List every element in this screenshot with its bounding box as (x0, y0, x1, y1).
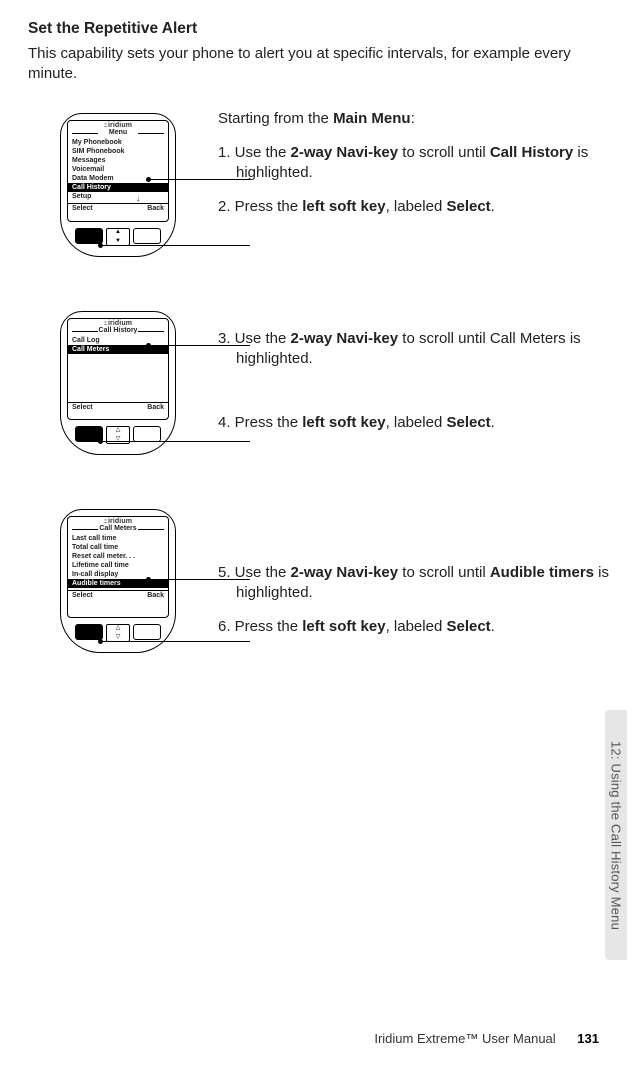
step-3: 3. Use the 2-way Navi-key to scroll unti… (218, 329, 611, 370)
phone-keypad: △▽ (67, 624, 169, 642)
leader-line (150, 179, 250, 180)
menu-item: Lifetime call time (72, 561, 164, 570)
phone-brand: :: iridium (68, 121, 168, 129)
navi-down-icon: ▼ (115, 239, 121, 244)
navi-key[interactable]: ▲▼ (106, 228, 130, 246)
leader-line (102, 245, 250, 246)
phone-keypad: ▲▼ (67, 228, 169, 246)
softkey-row: Select Back (68, 590, 168, 601)
menu-item: Reset call meter. . . (72, 552, 164, 561)
step-6: 6. Press the left soft key, labeled Sele… (218, 617, 611, 637)
navi-up-icon: △ (116, 626, 121, 631)
footer-page-number: 131 (577, 1031, 599, 1046)
navi-down-icon: ▽ (116, 635, 121, 640)
leader-line (150, 345, 250, 346)
manual-page: Set the Repetitive Alert This capability… (0, 0, 639, 1070)
softkey-right-label: Back (147, 592, 164, 599)
right-softkey-button[interactable] (133, 624, 161, 640)
right-softkey-button[interactable] (133, 426, 161, 442)
navi-up-icon: ▲ (115, 230, 121, 235)
navi-key[interactable]: △▽ (106, 624, 130, 642)
footer-product: Iridium Extreme™ User Manual (374, 1031, 555, 1046)
phone-illustration-3: :: iridium Call Meters Last call timeTot… (28, 505, 208, 653)
phone-illustration-1: :: iridium Menu My PhonebookSIM Phoneboo… (28, 109, 208, 257)
chapter-side-tab: 12: Using the Call History Menu (605, 710, 627, 960)
menu-item: Call History (68, 183, 168, 192)
softkey-right-label: Back (147, 205, 164, 212)
softkey-right-label: Back (147, 404, 164, 411)
section-title: Set the Repetitive Alert (28, 20, 611, 38)
softkey-row: Select Back (68, 402, 168, 413)
intro-text: This capability sets your phone to alert… (28, 44, 588, 85)
instruction-block-1: :: iridium Menu My PhonebookSIM Phoneboo… (28, 109, 611, 257)
menu-item: Audible timers (68, 579, 168, 588)
softkey-left-label: Select (72, 205, 93, 212)
phone-illustration-2: :: iridium Call History Call LogCall Met… (28, 307, 208, 455)
menu-item: SIM Phonebook (72, 147, 164, 156)
scroll-down-arrow-icon: ↓ (136, 195, 140, 203)
softkey-left-label: Select (72, 592, 93, 599)
screen-menu-title: Call History (72, 327, 164, 335)
left-softkey-button[interactable] (75, 624, 103, 640)
phone-brand: :: iridium (68, 319, 168, 327)
menu-item: Total call time (72, 543, 164, 552)
menu-item: Messages (72, 156, 164, 165)
menu-item: Last call time (72, 534, 164, 543)
leader-line (102, 441, 250, 442)
softkey-left-label: Select (72, 404, 93, 411)
right-softkey-button[interactable] (133, 228, 161, 244)
menu-item: My Phonebook (72, 138, 164, 147)
phone-brand: :: iridium (68, 517, 168, 525)
step-4: 4. Press the left soft key, labeled Sele… (218, 413, 611, 433)
chapter-side-tab-label: 12: Using the Call History Menu (609, 741, 624, 930)
menu-item: Call Meters (68, 345, 168, 354)
page-footer: Iridium Extreme™ User Manual 131 (374, 1031, 599, 1046)
menu-item: Setup (72, 192, 164, 201)
step-2: 2. Press the left soft key, labeled Sele… (218, 197, 611, 217)
leader-line (102, 641, 250, 642)
screen-menu-title: Menu (72, 129, 164, 137)
softkey-row: Select ↓ Back (68, 203, 168, 214)
screen-menu-title: Call Meters (72, 525, 164, 533)
leader-line (150, 579, 250, 580)
navi-up-icon: △ (116, 428, 121, 433)
step-1: 1. Use the 2-way Navi-key to scroll unti… (218, 143, 611, 184)
left-softkey-button[interactable] (75, 228, 103, 244)
menu-item: Voicemail (72, 165, 164, 174)
instruction-block-2: :: iridium Call History Call LogCall Met… (28, 307, 611, 455)
screen-menu-list: My PhonebookSIM PhonebookMessagesVoicema… (68, 137, 168, 203)
step-5: 5. Use the 2-way Navi-key to scroll unti… (218, 563, 611, 604)
instruction-block-3: :: iridium Call Meters Last call timeTot… (28, 505, 611, 653)
screen-menu-list: Last call timeTotal call timeReset call … (68, 533, 168, 590)
lead-text: Starting from the Main Menu: (218, 109, 611, 129)
